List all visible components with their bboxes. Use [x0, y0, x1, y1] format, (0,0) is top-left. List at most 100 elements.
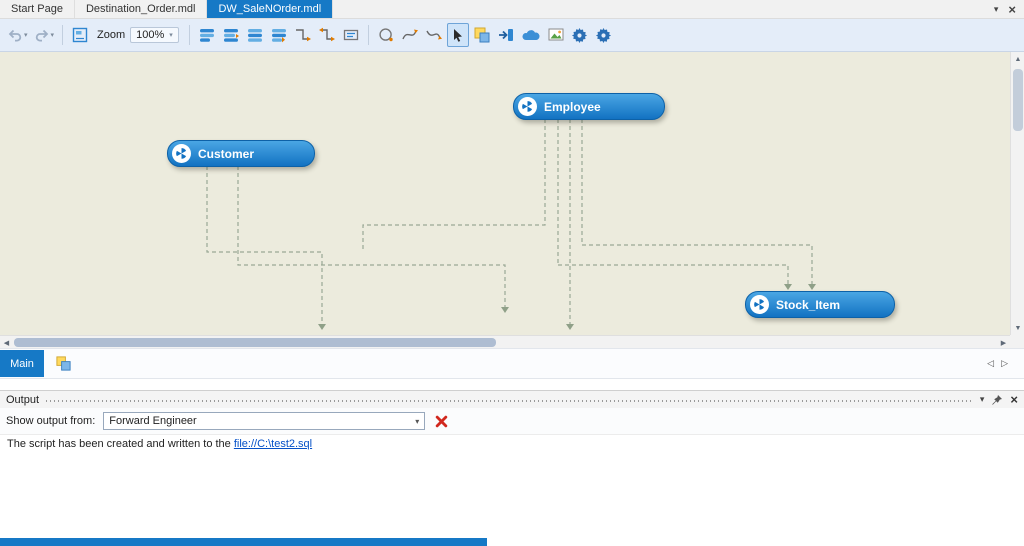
- redo-caret-icon: ▾: [51, 31, 55, 39]
- zoom-value: 100%: [136, 29, 164, 41]
- relation-many-to-many-icon: [318, 26, 336, 44]
- redo-icon: [34, 27, 50, 43]
- output-file-link[interactable]: file://C:\test2.sql: [234, 438, 312, 450]
- document-tabbar: Start Page Destination_Order.mdl DW_Sale…: [0, 0, 1024, 19]
- vertical-scrollbar[interactable]: ▲ ▼: [1010, 52, 1024, 335]
- gear-icon: [595, 27, 612, 44]
- show-output-label: Show output from:: [6, 415, 95, 427]
- toolbar-separator: [62, 25, 63, 45]
- data-modeler-window: Start Page Destination_Order.mdl DW_Sale…: [0, 0, 1024, 546]
- diagram-dimension-icon: [71, 26, 89, 44]
- new-note-icon: [473, 26, 491, 44]
- taskbar-strip: [0, 538, 487, 546]
- new-view-icon: [246, 26, 264, 44]
- undo-caret-icon: ▾: [24, 31, 28, 39]
- new-note-button[interactable]: [471, 23, 493, 47]
- close-panel-icon[interactable]: ×: [1010, 393, 1018, 406]
- diagram-tab-label: Main: [10, 358, 34, 370]
- clear-output-icon: [435, 415, 448, 428]
- entity-stock-item[interactable]: Stock_Item: [745, 291, 895, 318]
- connector-curve-icon: [425, 26, 443, 44]
- tab-destination-order[interactable]: Destination_Order.mdl: [75, 0, 207, 18]
- pointer-tool-button[interactable]: [447, 23, 469, 47]
- tab-label: Destination_Order.mdl: [86, 3, 195, 15]
- new-view-with-fields-button[interactable]: [268, 23, 290, 47]
- tab-start-page[interactable]: Start Page: [0, 0, 75, 18]
- tabs-page-left-icon[interactable]: ◁: [987, 358, 994, 369]
- horizontal-scrollbar[interactable]: ◀ ▶: [0, 335, 1010, 348]
- ellipse-tool-button[interactable]: [375, 23, 397, 47]
- export-image-button[interactable]: [545, 23, 567, 47]
- entity-customer[interactable]: Customer: [167, 140, 315, 167]
- horizontal-scroll-thumb[interactable]: [14, 338, 496, 347]
- fan-icon: [174, 146, 189, 161]
- undo-button[interactable]: ▾: [5, 23, 30, 47]
- scroll-up-icon[interactable]: ▲: [1011, 52, 1024, 66]
- output-title: Output: [6, 394, 39, 406]
- auto-size-icon: [342, 26, 360, 44]
- zoom-caret-icon: ▾: [169, 31, 173, 39]
- diagram-tab-main[interactable]: Main: [0, 350, 44, 377]
- tab-label: DW_SaleNOrder.mdl: [218, 3, 321, 15]
- fan-icon: [520, 99, 535, 114]
- new-table-with-fields-icon: [222, 26, 240, 44]
- fan-icon: [752, 297, 767, 312]
- new-table-button[interactable]: [196, 23, 218, 47]
- diagram-toolbar: ▾ ▾ Zoom 100% ▾: [0, 19, 1024, 52]
- panel-drag-dots[interactable]: [46, 400, 973, 402]
- pointer-icon: [450, 27, 466, 43]
- entity-name: Employee: [544, 100, 601, 114]
- pin-icon[interactable]: [991, 394, 1003, 406]
- close-document-icon[interactable]: ×: [1008, 3, 1016, 16]
- toolbar-separator: [368, 25, 369, 45]
- clear-output-button[interactable]: [433, 413, 449, 429]
- model-options-button[interactable]: [569, 23, 591, 47]
- output-message-text: The script has been created and written …: [7, 438, 234, 450]
- combo-caret-icon: ▾: [415, 417, 419, 426]
- gear-icon: [571, 27, 588, 44]
- output-header: Output ▾ ×: [0, 391, 1024, 408]
- undo-icon: [7, 27, 23, 43]
- tab-dw-salenorder[interactable]: DW_SaleNOrder.mdl: [207, 0, 333, 18]
- vertical-scroll-thumb[interactable]: [1013, 69, 1023, 131]
- toolbar-separator: [189, 25, 190, 45]
- tab-list-chevron-icon[interactable]: ▾: [994, 5, 999, 14]
- relation-many-to-many-button[interactable]: [316, 23, 338, 47]
- redo-button[interactable]: ▾: [32, 23, 57, 47]
- entity-name: Customer: [198, 147, 254, 161]
- tabs-page-right-icon[interactable]: ▷: [1001, 358, 1008, 369]
- output-panel: Output ▾ × Show output from: Forward Eng…: [0, 390, 1024, 546]
- jump-to-object-button[interactable]: [495, 23, 517, 47]
- new-table-icon: [198, 26, 216, 44]
- connector-line-button[interactable]: [399, 23, 421, 47]
- relation-one-to-many-icon: [294, 26, 312, 44]
- auto-size-button[interactable]: [340, 23, 362, 47]
- connector-arrowheads: [318, 284, 816, 330]
- tabstrip-pagers: ◁ ▷: [987, 358, 1024, 369]
- new-diagram-icon: [55, 355, 72, 372]
- entity-employee[interactable]: Employee: [513, 93, 665, 120]
- diagram-settings-button[interactable]: [593, 23, 615, 47]
- jump-to-object-icon: [497, 26, 515, 44]
- diagram-tabstrip: Main ◁ ▷: [0, 348, 1024, 379]
- new-diagram-button[interactable]: [50, 351, 76, 377]
- zoom-dropdown[interactable]: Zoom 100% ▾: [93, 23, 183, 47]
- panel-menu-chevron-icon[interactable]: ▾: [980, 394, 985, 405]
- connector-curve-button[interactable]: [423, 23, 445, 47]
- new-view-with-fields-icon: [270, 26, 288, 44]
- relation-one-to-many-button[interactable]: [292, 23, 314, 47]
- connector-line-icon: [401, 26, 419, 44]
- new-view-button[interactable]: [244, 23, 266, 47]
- new-table-with-fields-button[interactable]: [220, 23, 242, 47]
- scrollbar-corner: [1010, 335, 1024, 348]
- tabbar-controls: ▾ ×: [986, 0, 1024, 18]
- output-filter-row: Show output from: Forward Engineer ▾: [0, 408, 1024, 435]
- zoom-label: Zoom: [97, 29, 125, 41]
- diagram-canvas[interactable]: Customer Employee Stock_Item: [0, 52, 1010, 335]
- cloud-tool-button[interactable]: [519, 23, 543, 47]
- tab-label: Start Page: [11, 3, 63, 15]
- page-setup-button[interactable]: [69, 23, 91, 47]
- entity-icon: [172, 144, 191, 163]
- scroll-down-icon[interactable]: ▼: [1011, 321, 1024, 335]
- output-source-select[interactable]: Forward Engineer ▾: [103, 412, 425, 430]
